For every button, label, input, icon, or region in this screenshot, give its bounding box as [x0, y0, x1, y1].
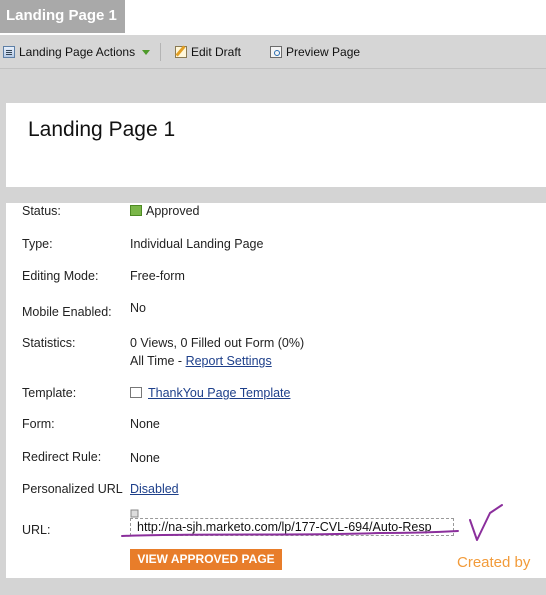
- form-value: None: [130, 417, 160, 431]
- statistics-line-2: All Time - Report Settings: [130, 354, 272, 368]
- edit-draft-label: Edit Draft: [191, 44, 242, 59]
- statistics-line-1: 0 Views, 0 Filled out Form (0%): [130, 336, 305, 350]
- type-label: Type:: [22, 237, 53, 251]
- chevron-down-icon: [142, 49, 151, 55]
- template-value: ThankYou Page Template: [130, 386, 290, 400]
- report-settings-link[interactable]: Report Settings: [186, 354, 272, 368]
- statistics-range: All Time -: [130, 354, 186, 368]
- editing-mode-label: Editing Mode:: [22, 269, 99, 283]
- statistics-label: Statistics:: [22, 336, 76, 350]
- toolbar: Landing Page Actions Edit Draft Preview …: [0, 35, 546, 69]
- status-text: Approved: [146, 204, 200, 218]
- template-label: Template:: [22, 386, 77, 400]
- preview-page-button[interactable]: Preview Page: [270, 35, 360, 69]
- tab-landing-page-1[interactable]: Landing Page 1: [0, 0, 125, 33]
- personalized-url-value: Disabled: [130, 482, 179, 496]
- redirect-rule-label: Redirect Rule:: [22, 450, 102, 464]
- personalized-url-label: Personalized URL: [22, 482, 123, 496]
- preview-page-label: Preview Page: [286, 44, 361, 59]
- template-link[interactable]: ThankYou Page Template: [148, 386, 290, 400]
- tab-bar: Landing Page 1: [0, 0, 546, 35]
- landing-page-actions-label: Landing Page Actions: [19, 44, 136, 59]
- type-value: Individual Landing Page: [130, 237, 264, 251]
- page-title: Landing Page 1: [28, 118, 176, 141]
- form-label: Form:: [22, 417, 55, 431]
- edit-draft-button[interactable]: Edit Draft: [175, 35, 241, 69]
- url-label: URL:: [22, 523, 51, 537]
- template-icon: [130, 387, 142, 398]
- personalized-url-disabled-link[interactable]: Disabled: [130, 482, 179, 496]
- actions-icon: [3, 46, 15, 58]
- details-panel: Status: Approved Type: Individual Landin…: [6, 203, 546, 578]
- mobile-enabled-value: No: [130, 301, 146, 315]
- created-by-caption: Created by: [457, 554, 531, 571]
- toolbar-divider: [160, 43, 161, 61]
- mobile-enabled-label: Mobile Enabled:: [22, 305, 112, 319]
- preview-icon: [270, 46, 282, 58]
- landing-page-actions-menu[interactable]: Landing Page Actions: [3, 35, 151, 69]
- url-field[interactable]: http://na-sjh.marketo.com/lp/177-CVL-694…: [130, 518, 454, 536]
- editing-mode-value: Free-form: [130, 269, 185, 283]
- approved-check-icon: [130, 205, 142, 216]
- edit-pencil-icon: [175, 46, 187, 58]
- status-value: Approved: [130, 204, 200, 218]
- clipboard-icon[interactable]: [130, 509, 140, 518]
- status-label: Status:: [22, 204, 61, 218]
- title-panel: Landing Page 1: [6, 103, 546, 187]
- view-approved-page-button[interactable]: VIEW APPROVED PAGE: [130, 549, 282, 570]
- redirect-rule-value: None: [130, 451, 160, 465]
